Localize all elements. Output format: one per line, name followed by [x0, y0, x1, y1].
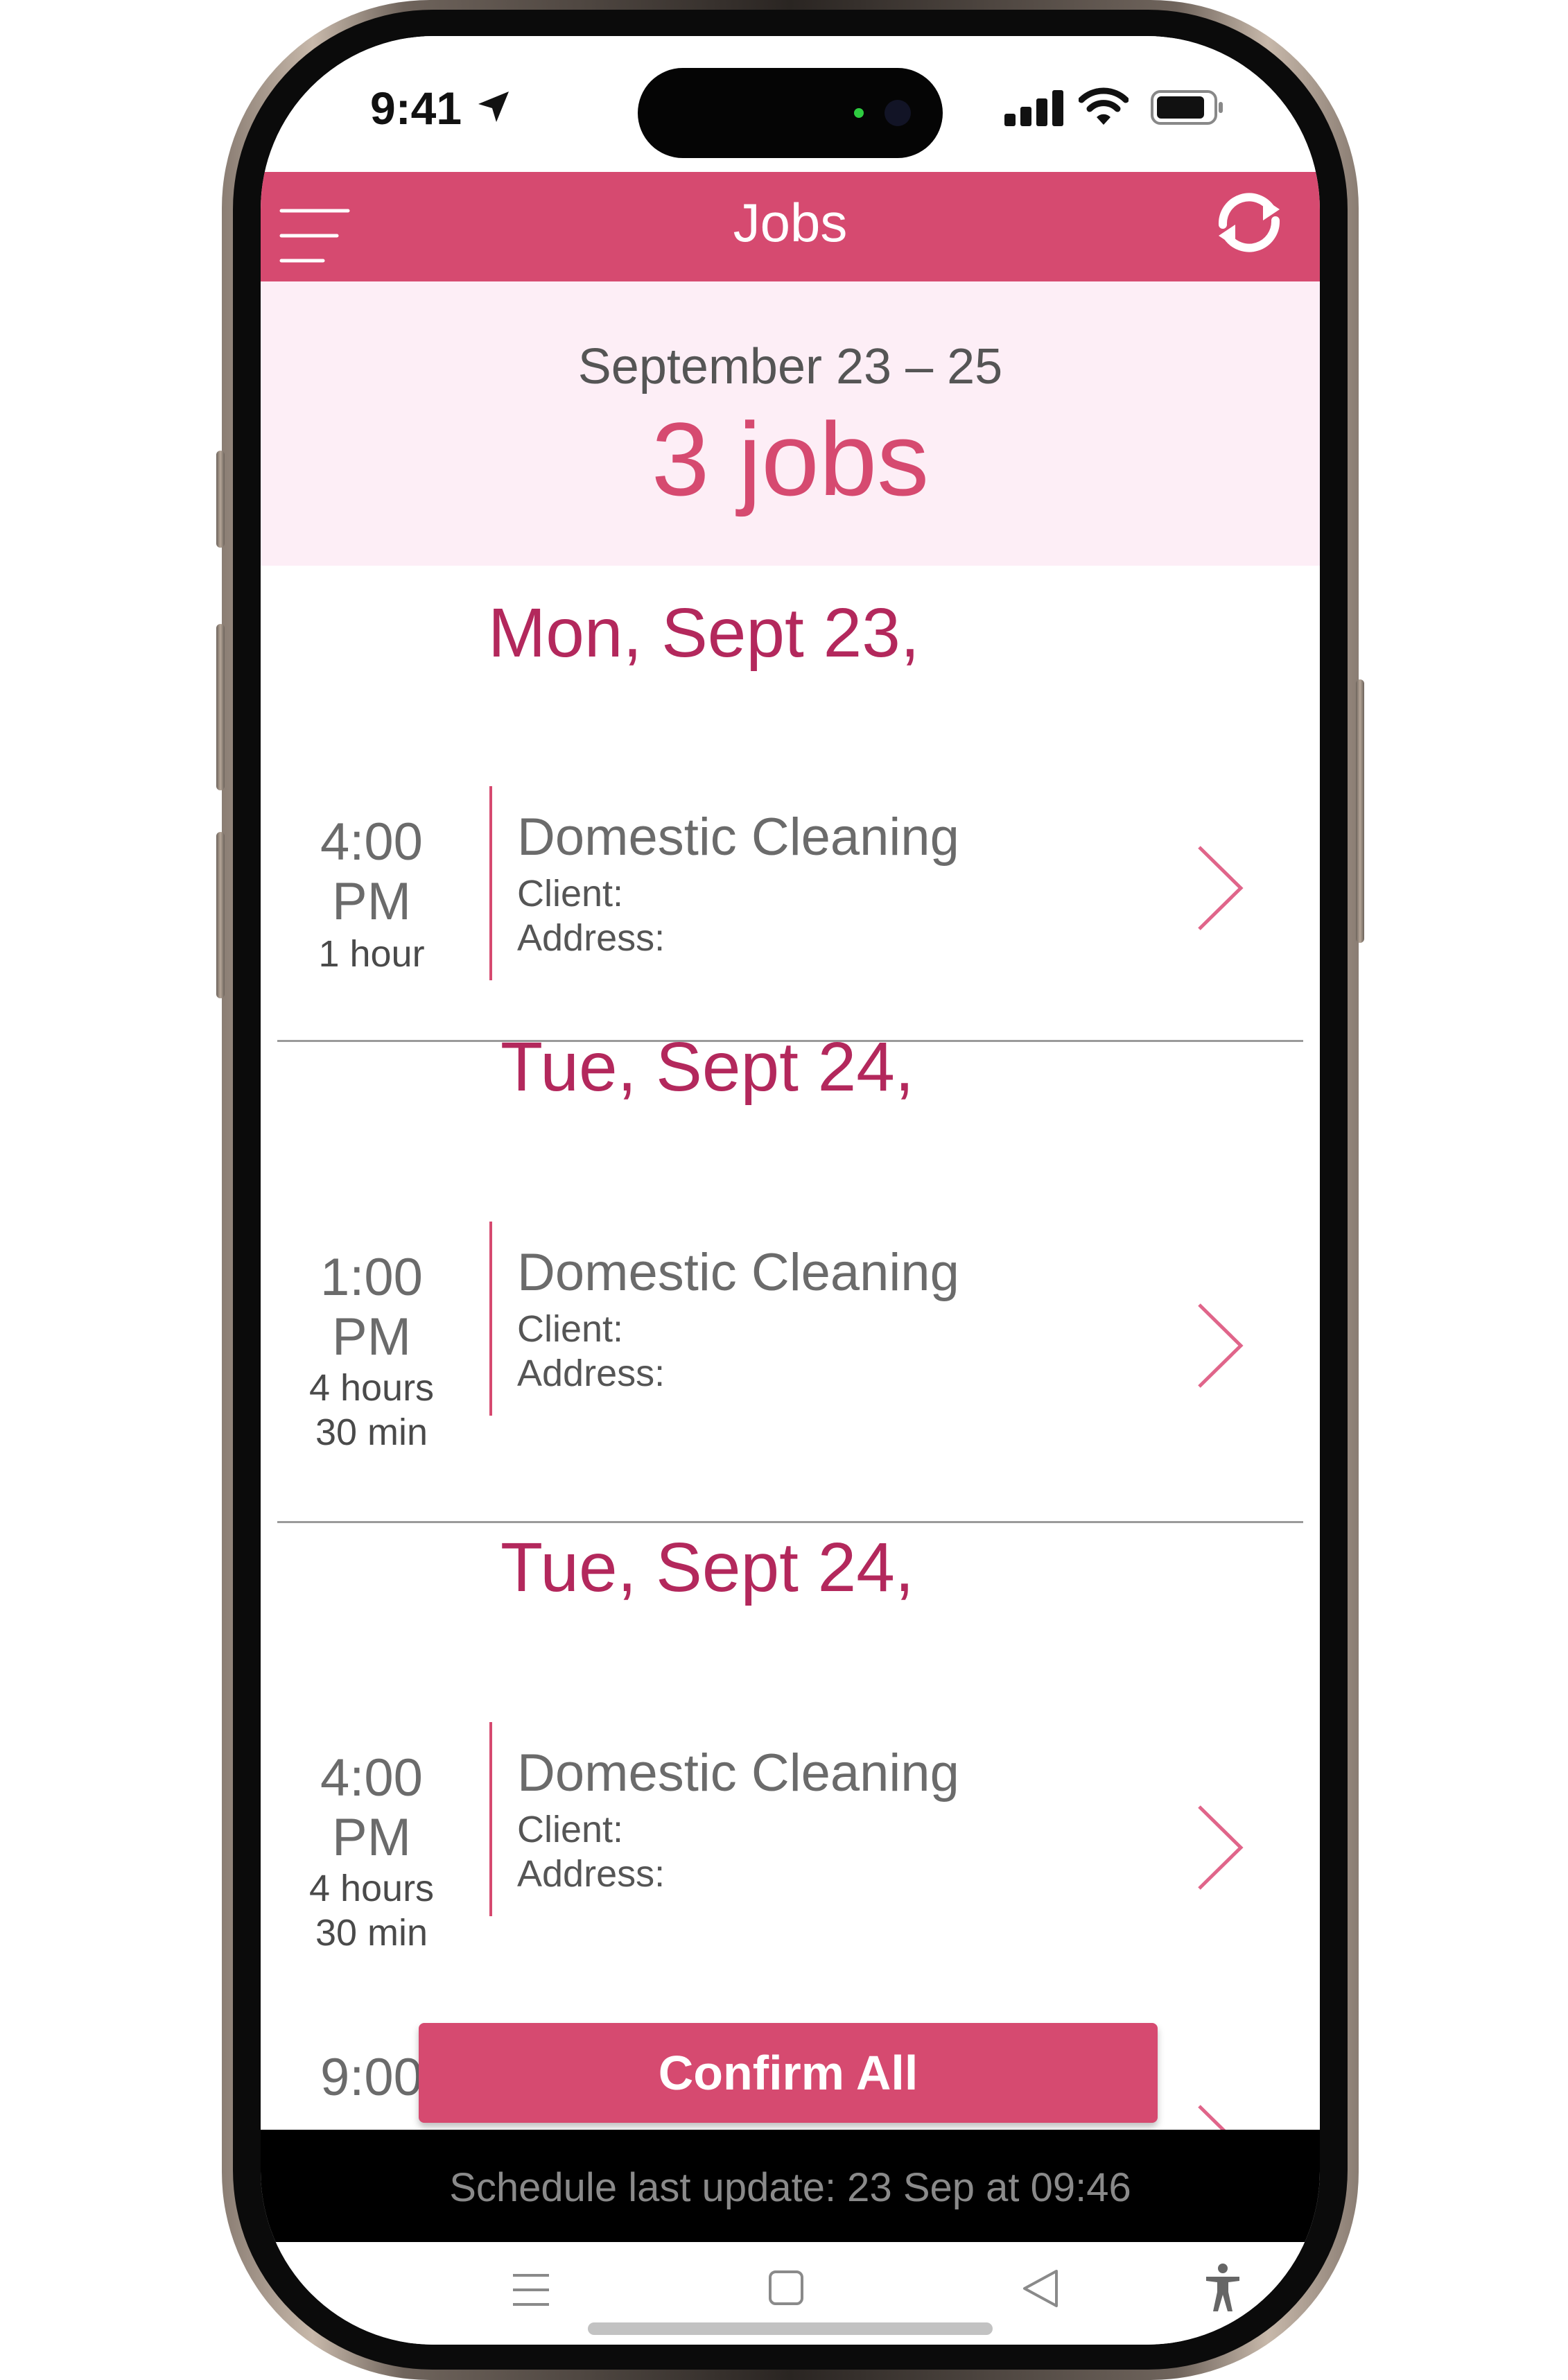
job-duration-line: 30 min: [315, 1912, 428, 1954]
job-time-period: PM: [332, 1808, 411, 1867]
job-service-name[interactable]: Domestic Cleaning: [517, 1743, 959, 1803]
job-duration-line: 4 hours: [308, 1868, 435, 1909]
day-heading: Tue, Sept 24,: [500, 1529, 914, 1606]
job-count: 3 jobs: [651, 401, 930, 517]
schedule-update-bar: Schedule last update: 23 Sep at 09:46: [261, 2130, 1320, 2242]
status-time: 9:41: [370, 82, 462, 134]
cellular-signal-icon: [1004, 90, 1063, 126]
date-range: September 23 – 25: [577, 339, 1003, 394]
location-arrow-icon: [478, 92, 509, 122]
camera-indicator-dot: [854, 108, 864, 118]
wifi-icon: [1079, 87, 1129, 125]
job-time-value: 4:00: [320, 1748, 423, 1807]
job-duration-line: 30 min: [315, 1412, 428, 1453]
job-list[interactable]: Mon, Sept 23, 4:00 PM 1 hour Domestic Cl…: [261, 566, 1320, 2130]
job-start-time: 1:00 PM: [281, 1248, 462, 1367]
job-time-period: PM: [332, 872, 411, 931]
confirm-all-button[interactable]: Confirm All: [419, 2023, 1158, 2123]
row-separator: [277, 1521, 1303, 1523]
volume-up-button: [216, 624, 225, 790]
sync-icon[interactable]: [1208, 186, 1291, 259]
job-time-period: PM: [332, 1308, 411, 1366]
job-service-name[interactable]: Domestic Cleaning: [517, 1242, 959, 1303]
job-accent-line: [489, 1222, 492, 1416]
job-address-label: Address:: [517, 1353, 665, 1394]
chevron-right-icon[interactable]: [1192, 2102, 1248, 2130]
action-button: [216, 451, 225, 548]
job-service-name[interactable]: Domestic Cleaning: [517, 807, 959, 867]
chevron-right-icon[interactable]: [1192, 843, 1248, 933]
job-duration: 4 hours 30 min: [281, 1366, 462, 1454]
day-heading: Tue, Sept 24,: [500, 1028, 914, 1106]
front-camera: [885, 100, 911, 126]
nav-home-icon[interactable]: [768, 2270, 804, 2306]
battery-icon: [1151, 90, 1223, 125]
nav-menu-icon[interactable]: [512, 2273, 550, 2307]
status-bar: 9:41: [261, 36, 1320, 172]
job-address-label: Address:: [517, 917, 665, 959]
job-time-value: 1:00: [320, 1248, 423, 1307]
day-heading: Mon, Sept 23,: [488, 594, 920, 672]
power-button: [1356, 679, 1364, 943]
page-title: Jobs: [733, 192, 848, 253]
nav-back-icon[interactable]: [1020, 2268, 1059, 2309]
chevron-right-icon[interactable]: [1192, 1301, 1248, 1391]
job-start-time: 4:00 PM: [281, 1748, 462, 1868]
schedule-summary: September 23 – 25 3 jobs: [261, 281, 1320, 566]
job-accent-line: [489, 786, 492, 980]
job-duration: 4 hours 30 min: [281, 1866, 462, 1955]
volume-down-button: [216, 832, 225, 998]
chevron-right-icon[interactable]: [1192, 1803, 1248, 1893]
job-start-time: 4:00 PM: [281, 813, 462, 932]
job-duration-line: 4 hours: [308, 1367, 435, 1409]
job-time-value: 4:00: [320, 813, 423, 871]
job-address-label: Address:: [517, 1853, 665, 1895]
accessibility-icon[interactable]: [1203, 2263, 1242, 2313]
job-client-label: Client:: [517, 1308, 624, 1350]
job-duration-line: 1 hour: [318, 933, 425, 975]
app-header: Jobs: [261, 172, 1320, 281]
phone-screen: 9:41 Jobs September 23 – 25 3 jobs Mon, …: [261, 36, 1320, 2345]
job-accent-line: [489, 1722, 492, 1916]
job-duration: 1 hour: [281, 932, 462, 976]
job-client-label: Client:: [517, 873, 624, 914]
home-indicator[interactable]: [588, 2322, 993, 2335]
last-update-text: Schedule last update: 23 Sep at 09:46: [449, 2165, 1131, 2210]
job-client-label: Client:: [517, 1809, 624, 1850]
